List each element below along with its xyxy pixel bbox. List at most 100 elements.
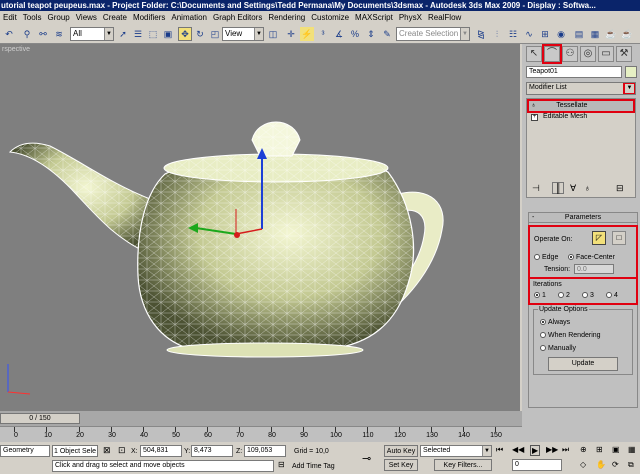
modifier-list-dropdown[interactable]: Modifier List ▼ <box>526 82 636 95</box>
menu-graph-editors[interactable]: Graph Editors <box>210 13 265 22</box>
remove-modifier-icon[interactable]: ♁ <box>584 183 591 193</box>
menu-tools[interactable]: Tools <box>20 13 45 22</box>
edge-radio[interactable]: Edge <box>534 253 558 262</box>
face-center-radio[interactable]: Face-Center <box>568 253 615 262</box>
key-mode-dropdown[interactable]: Selected ▼ <box>420 445 492 457</box>
selection-region-icon[interactable]: ⬚ <box>146 27 160 41</box>
menu-maxscript[interactable]: MAXScript <box>352 13 396 22</box>
current-frame-field[interactable]: 0 <box>512 459 562 471</box>
add-time-tag[interactable]: Add Time Tag <box>292 462 335 471</box>
undo-icon[interactable]: ↶ <box>2 27 16 41</box>
menu-create[interactable]: Create <box>100 13 130 22</box>
absolute-mode-icon[interactable]: ⊡ <box>118 445 126 456</box>
named-selection-set-dropdown[interactable]: Create Selection Set ▼ <box>396 27 470 41</box>
hierarchy-tab-icon[interactable]: ⚇ <box>562 46 578 62</box>
iteration-2-radio[interactable]: 2 <box>558 291 570 300</box>
select-and-link-icon[interactable]: ⚲ <box>20 27 34 41</box>
align-icon[interactable]: ⫶ <box>490 27 504 41</box>
curve-editor-icon[interactable]: ∿ <box>522 27 536 41</box>
select-object-icon[interactable]: ➚ <box>116 27 130 41</box>
teapot-mesh[interactable] <box>8 121 444 358</box>
zoom-all-icon[interactable]: ⊞ <box>596 445 603 454</box>
manually-radio[interactable]: Manually <box>540 344 576 353</box>
tension-spinner[interactable]: 0.0 <box>574 264 614 274</box>
time-slider-track[interactable]: 0 / 150 <box>0 411 522 426</box>
menu-animation[interactable]: Animation <box>168 13 210 22</box>
layer-manager-icon[interactable]: ☷ <box>506 27 520 41</box>
stack-item-tessellate[interactable]: ♁ Tessellate <box>527 99 635 113</box>
select-and-scale-icon[interactable]: ◰ <box>208 27 222 41</box>
iteration-4-radio[interactable]: 4 <box>606 291 618 300</box>
zoom-icon[interactable]: ⊕ <box>580 445 587 454</box>
polygons-operate-icon[interactable]: □ <box>612 231 626 245</box>
motion-tab-icon[interactable]: ◎ <box>580 46 596 62</box>
edit-named-selection-icon[interactable]: ✎ <box>380 27 394 41</box>
pin-stack-icon[interactable]: ⊣ <box>532 183 540 194</box>
pivot-center-icon[interactable]: ◫ <box>266 27 280 41</box>
maxscript-listener-field[interactable]: Geometry <box>0 445 50 457</box>
z-coordinate-field[interactable]: 109,053 <box>244 445 286 457</box>
reference-coordinate-dropdown[interactable]: View ▼ <box>222 27 264 41</box>
pan-icon[interactable]: ✋ <box>596 460 606 469</box>
time-slider[interactable]: 0 / 150 <box>0 413 80 424</box>
maximize-viewport-icon[interactable]: ⧉ <box>628 460 634 470</box>
time-tag-icon[interactable]: ⊟ <box>278 460 285 469</box>
parameters-rollout-header[interactable]: - Parameters <box>529 213 637 223</box>
next-frame-icon[interactable]: ▶▶ <box>546 445 558 454</box>
render-setup-icon[interactable]: ▤ <box>572 27 586 41</box>
material-editor-icon[interactable]: ◉ <box>554 27 568 41</box>
render-active-shade-icon[interactable]: ☕ <box>620 27 634 41</box>
play-icon[interactable]: ▶ <box>530 445 541 456</box>
object-name-field[interactable]: Teapot01 <box>526 66 622 78</box>
modify-tab-icon[interactable]: ⌒ <box>542 44 562 64</box>
manipulate-icon[interactable]: ✛ <box>284 27 298 41</box>
create-tab-icon[interactable]: ↖ <box>526 46 542 62</box>
selection-filter-dropdown[interactable]: All ▼ <box>70 27 114 41</box>
window-crossing-icon[interactable]: ▣ <box>161 27 175 41</box>
y-coordinate-field[interactable]: 8,473 <box>191 445 233 457</box>
menu-views[interactable]: Views <box>73 13 100 22</box>
track-bar[interactable]: 0 10 20 30 40 50 60 70 80 90 100 110 120… <box>0 426 522 442</box>
always-radio[interactable]: Always <box>540 318 570 327</box>
orbit-icon[interactable]: ⟳ <box>612 460 619 469</box>
expand-plus-icon[interactable]: + <box>531 114 538 121</box>
chevron-down-icon[interactable]: ▼ <box>623 83 635 94</box>
bind-space-warp-icon[interactable]: ≋ <box>52 27 66 41</box>
iteration-3-radio[interactable]: 3 <box>582 291 594 300</box>
lock-selection-icon[interactable]: ⊠ <box>103 445 111 456</box>
zoom-extents-icon[interactable]: ▣ <box>612 445 620 454</box>
object-color-swatch[interactable] <box>625 66 637 78</box>
mirror-icon[interactable]: ⧎ <box>474 27 488 41</box>
menu-group[interactable]: Group <box>44 13 72 22</box>
menu-modifiers[interactable]: Modifiers <box>130 13 168 22</box>
display-tab-icon[interactable]: ▭ <box>598 46 614 62</box>
key-icon[interactable]: ⊸ <box>362 452 371 465</box>
rendered-frame-window-icon[interactable]: ▦ <box>588 27 602 41</box>
light-bulb-icon[interactable]: ♁ <box>531 102 536 109</box>
update-button[interactable]: Update <box>548 357 618 371</box>
percent-snap-icon[interactable]: % <box>348 27 362 41</box>
show-end-result-icon[interactable]: ║ <box>552 182 565 194</box>
faces-operate-icon[interactable]: ◸ <box>592 231 606 245</box>
previous-frame-icon[interactable]: ◀◀ <box>512 445 524 454</box>
field-of-view-icon[interactable]: ◇ <box>580 460 586 469</box>
keyboard-shortcut-override-icon[interactable]: ⚡ <box>300 27 314 41</box>
set-key-button[interactable]: Set Key <box>384 459 418 471</box>
key-filters-button[interactable]: Key Filters... <box>434 459 492 471</box>
snaps-toggle-icon[interactable]: ³ <box>316 27 330 41</box>
go-to-end-icon[interactable]: ⏭ <box>562 445 569 455</box>
menu-realflow[interactable]: RealFlow <box>425 13 464 22</box>
unlink-icon[interactable]: ⚯ <box>36 27 50 41</box>
render-production-icon[interactable]: ☕ <box>604 27 618 41</box>
go-to-start-icon[interactable]: ⏮ <box>496 445 503 455</box>
auto-key-button[interactable]: Auto Key <box>384 445 418 457</box>
spinner-snap-icon[interactable]: ⇕ <box>364 27 378 41</box>
schematic-view-icon[interactable]: ⊞ <box>538 27 552 41</box>
angle-snap-icon[interactable]: ∡ <box>332 27 346 41</box>
stack-item-editable-mesh[interactable]: + Editable Mesh <box>529 112 633 122</box>
menu-rendering[interactable]: Rendering <box>265 13 308 22</box>
when-rendering-radio[interactable]: When Rendering <box>540 331 601 340</box>
configure-modifier-sets-icon[interactable]: ⊟ <box>616 183 624 194</box>
zoom-extents-all-icon[interactable]: ▦ <box>628 445 636 454</box>
menu-physx[interactable]: PhysX <box>396 13 425 22</box>
